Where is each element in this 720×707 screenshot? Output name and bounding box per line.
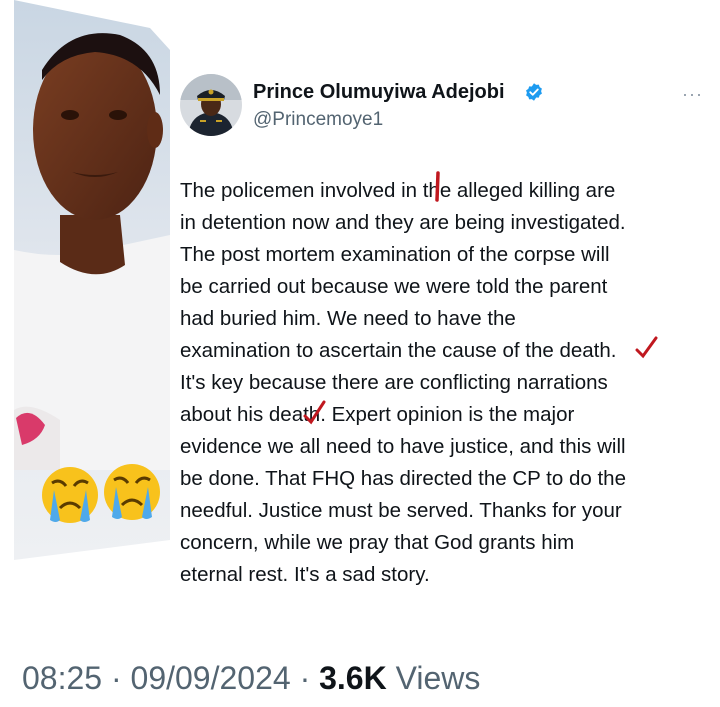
views-label: Views	[395, 660, 481, 696]
tweet-line: eternal rest. It's a sad story.	[180, 563, 430, 586]
red-strike-mark	[435, 171, 440, 202]
victim-photo	[0, 0, 170, 560]
verified-badge-icon	[526, 83, 542, 101]
tweet-line: concern, while we pray that God grants h…	[180, 531, 575, 554]
tweet-line: evidence we all need to have justice, an…	[180, 435, 626, 458]
tweet-line: had buried him. We need to have the	[180, 307, 516, 330]
tweet-date[interactable]: 09/09/2024	[131, 660, 291, 696]
tweet-line: It's key because there are conflicting n…	[180, 371, 608, 394]
tweet-text: The policemen involved in the alleged ki…	[180, 175, 710, 591]
red-check-mark	[303, 400, 326, 425]
tweet-line: in detention now and they are being inve…	[180, 211, 626, 234]
victim-photo-image	[0, 0, 170, 560]
tweet-line: about his death. Expert opinion is the m…	[180, 403, 575, 426]
views-count: 3.6K	[319, 660, 387, 696]
author-name[interactable]: Prince Olumuyiwa Adejobi	[253, 81, 505, 104]
meta-separator: ·	[299, 660, 311, 696]
tweet-meta: 08:25 · 09/09/2024 · 3.6K Views	[22, 660, 480, 697]
tweet-line: be carried out because we were told the …	[180, 275, 608, 298]
crying-emoji-icon	[42, 467, 98, 523]
more-options-icon[interactable]: ···	[682, 84, 703, 105]
tweet-time[interactable]: 08:25	[22, 660, 102, 696]
red-check-mark	[635, 336, 658, 359]
tweet-line: be done. That FHQ has directed the CP to…	[180, 467, 626, 490]
tweet-line: examination to ascertain the cause of th…	[180, 339, 617, 362]
crying-emoji-icon	[104, 464, 160, 520]
meta-separator: ·	[110, 660, 122, 696]
author-handle[interactable]: @Princemoye1	[253, 109, 383, 131]
tweet-line: needful. Justice must be served. Thanks …	[180, 499, 622, 522]
police-avatar-icon	[180, 74, 242, 136]
avatar[interactable]	[180, 74, 242, 136]
tweet-line: The post mortem examination of the corps…	[180, 243, 610, 266]
